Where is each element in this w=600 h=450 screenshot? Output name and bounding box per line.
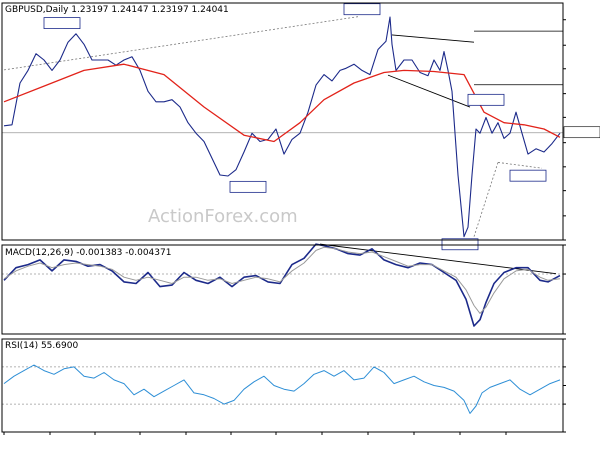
rsi-header: RSI(14) 55.6900 [5, 341, 78, 351]
pivot-label-box [229, 180, 267, 193]
last-price-label-box [563, 126, 600, 139]
pivot-label-box [467, 93, 505, 106]
chart-background [0, 0, 600, 450]
pivot-label-box [43, 17, 81, 29]
main-header: GBPUSD,Daily 1.23197 1.24147 1.23197 1.2… [5, 5, 229, 15]
pivot-label-box [343, 3, 381, 16]
gbpusd-daily-chart: ActionForex.com GBPUSD,Daily 1.23197 1.2… [0, 0, 600, 450]
macd-header: MACD(12,26,9) -0.001383 -0.004371 [5, 248, 171, 258]
watermark: ActionForex.com [148, 206, 298, 227]
pivot-label-box [509, 169, 547, 182]
